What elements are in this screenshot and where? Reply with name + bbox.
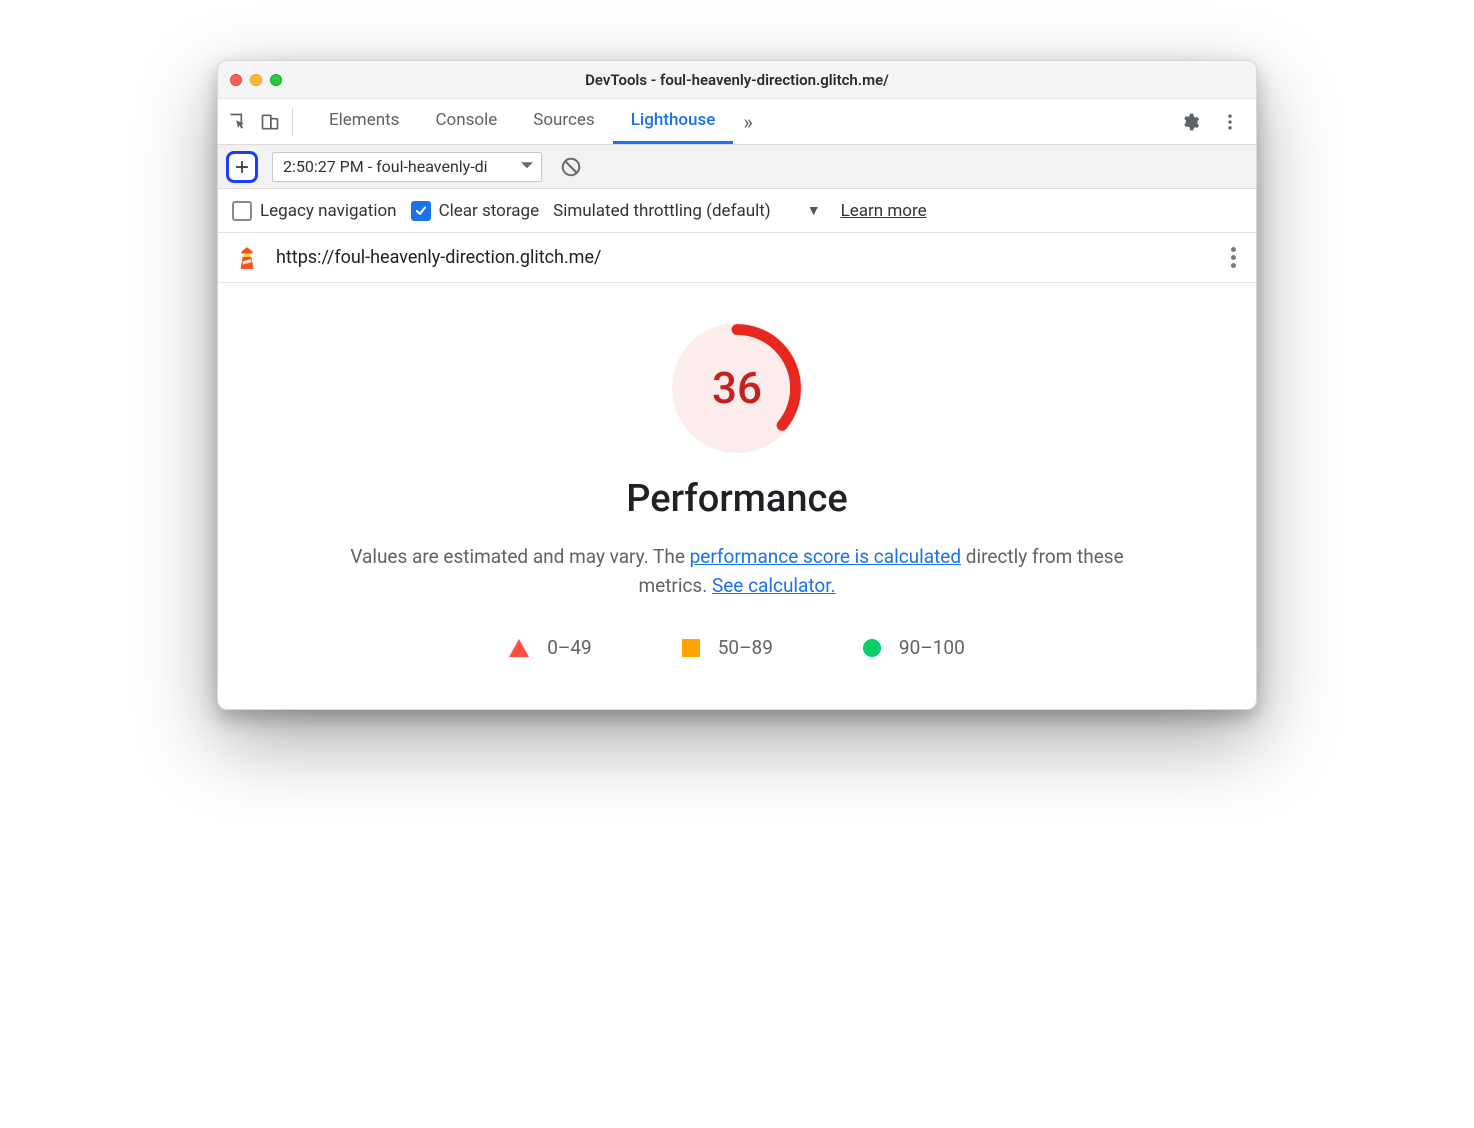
desc-prefix: Values are estimated and may vary. The (350, 545, 689, 568)
performance-gauge: 36 (672, 323, 802, 453)
tab-sources[interactable]: Sources (515, 99, 612, 144)
window-close-button[interactable] (230, 74, 242, 86)
see-calculator-link[interactable]: See calculator. (712, 574, 836, 597)
legend-high-label: 90–100 (899, 636, 965, 659)
score-calculated-link[interactable]: performance score is calculated (690, 545, 961, 568)
legacy-navigation-label: Legacy navigation (260, 201, 397, 221)
report-menu-button[interactable] (1227, 243, 1240, 272)
traffic-lights (230, 74, 282, 86)
performance-description: Values are estimated and may vary. The p… (327, 543, 1147, 600)
lighthouse-options-row: Legacy navigation Clear storage Simulate… (218, 189, 1256, 233)
performance-score: 36 (672, 323, 802, 453)
legend-low-label: 0–49 (547, 636, 592, 659)
devtools-window: DevTools - foul-heavenly-direction.glitc… (217, 60, 1257, 710)
performance-section: 36 Performance Values are estimated and … (218, 283, 1256, 709)
legend-low: 0–49 (509, 636, 592, 659)
learn-more-link[interactable]: Learn more (841, 201, 927, 221)
throttling-select[interactable]: Simulated throttling (default) ▼ (553, 201, 820, 221)
chevron-down-icon: ▼ (807, 202, 821, 219)
legend-mid: 50–89 (682, 636, 773, 659)
clear-storage-option[interactable]: Clear storage (411, 201, 540, 221)
check-icon (414, 204, 428, 218)
tabs-overflow-button[interactable]: » (733, 110, 762, 134)
settings-gear-icon[interactable] (1180, 112, 1200, 132)
kebab-menu-icon[interactable] (1220, 112, 1240, 132)
triangle-fail-icon (509, 639, 529, 657)
new-report-button[interactable] (226, 151, 258, 183)
legacy-navigation-option[interactable]: Legacy navigation (232, 201, 397, 221)
panel-tabs-row: Elements Console Sources Lighthouse » (218, 99, 1256, 145)
plus-icon (234, 159, 250, 175)
inspect-element-icon[interactable] (228, 112, 248, 132)
titlebar: DevTools - foul-heavenly-direction.glitc… (218, 61, 1256, 99)
tab-elements[interactable]: Elements (311, 99, 417, 144)
tabs-right-group (1180, 112, 1246, 132)
legacy-navigation-checkbox[interactable] (232, 201, 252, 221)
clear-storage-label: Clear storage (439, 201, 540, 221)
window-title: DevTools - foul-heavenly-direction.glitc… (218, 71, 1256, 89)
lighthouse-toolbar: 2:50:27 PM - foul-heavenly-di (218, 145, 1256, 189)
throttling-label: Simulated throttling (default) (553, 201, 771, 221)
tab-lighthouse[interactable]: Lighthouse (613, 99, 734, 144)
window-minimize-button[interactable] (250, 74, 262, 86)
report-url: https://foul-heavenly-direction.glitch.m… (276, 247, 601, 268)
window-zoom-button[interactable] (270, 74, 282, 86)
circle-pass-icon (863, 639, 881, 657)
inspect-tools-group (228, 108, 293, 136)
legend-mid-label: 50–89 (718, 636, 773, 659)
panel-tabs: Elements Console Sources Lighthouse » (311, 99, 763, 144)
report-url-row: https://foul-heavenly-direction.glitch.m… (218, 233, 1256, 283)
device-toolbar-icon[interactable] (260, 112, 280, 132)
report-select[interactable]: 2:50:27 PM - foul-heavenly-di (272, 152, 542, 182)
lighthouse-logo-icon (234, 245, 260, 271)
legend-high: 90–100 (863, 636, 965, 659)
tab-console[interactable]: Console (417, 99, 515, 144)
score-legend: 0–49 50–89 90–100 (248, 636, 1226, 659)
square-avg-icon (682, 639, 700, 657)
report-select-label: 2:50:27 PM - foul-heavenly-di (283, 157, 488, 176)
clear-storage-checkbox[interactable] (411, 201, 431, 221)
clear-report-icon[interactable] (560, 156, 582, 178)
performance-title: Performance (248, 477, 1226, 521)
